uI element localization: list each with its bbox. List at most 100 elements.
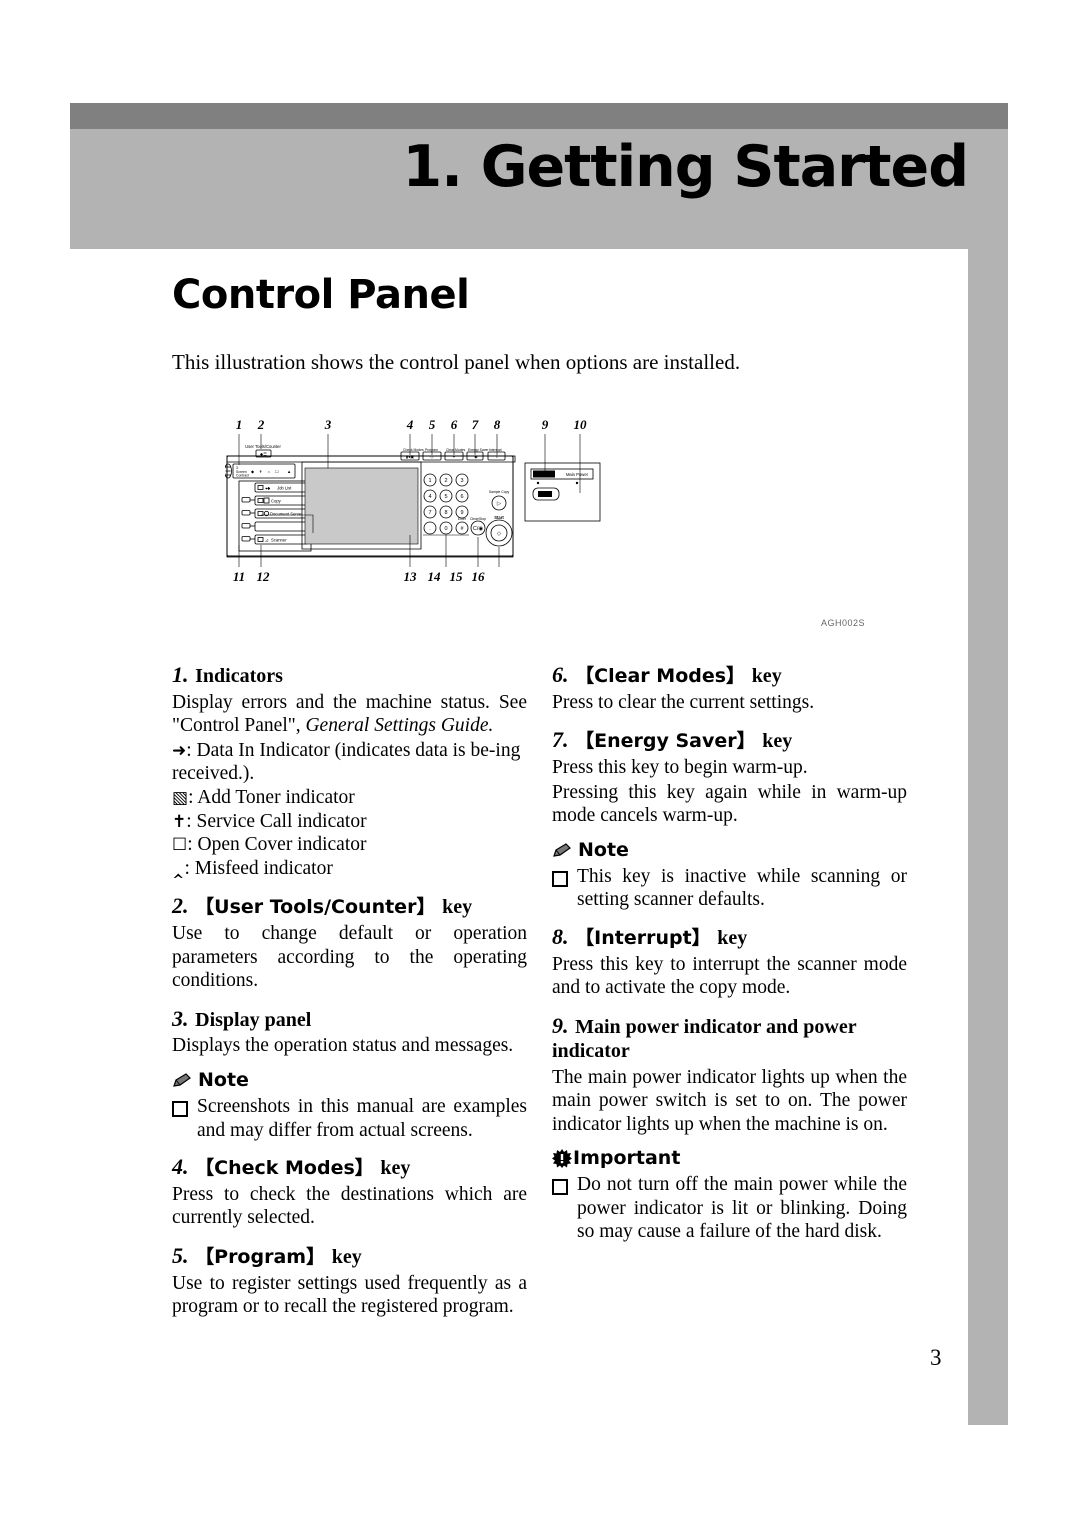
svg-text:.: . <box>429 526 431 532</box>
left-column: 1. Indicators Display errors and the mac… <box>172 662 527 1320</box>
svg-text:Enter: Enter <box>458 517 467 521</box>
svg-text:Start: Start <box>494 515 504 520</box>
bracket-close: 】 <box>736 730 756 753</box>
main-power-group: On Main Power <box>524 462 601 522</box>
svg-text:12: 12 <box>257 569 271 584</box>
note-heading: Note <box>172 1069 527 1091</box>
pencil-icon <box>172 1072 192 1088</box>
start-key: Start ◇ <box>485 515 513 547</box>
item-number: 6. <box>552 662 569 687</box>
svg-text:Clear/Stop: Clear/Stop <box>470 517 486 521</box>
svg-text:9: 9 <box>460 510 463 516</box>
page-number: 3 <box>930 1345 942 1370</box>
bracket-close: 】 <box>354 1157 374 1180</box>
right-column: 6. 【Clear Modes】 key Press to clear the … <box>552 662 907 1247</box>
key-word: key <box>751 665 782 687</box>
svg-text:6: 6 <box>451 417 458 432</box>
svg-text:✦: ✦ <box>452 454 456 459</box>
item-number: 3. <box>172 1005 189 1031</box>
data-in-icon: ➜ <box>172 740 187 761</box>
heading-program: 5. 【Program】 key <box>172 1243 527 1270</box>
bracket-close: 】 <box>726 665 746 687</box>
note-label: Note <box>578 838 629 861</box>
item-number: 5. <box>172 1242 189 1268</box>
pencil-icon <box>552 842 572 858</box>
note-heading: Note <box>552 839 907 861</box>
indicators-p-b: General Settings Guide. <box>305 715 494 737</box>
figure-code-label: AGH002S <box>820 618 865 628</box>
svg-text:Document Server: Document Server <box>270 512 303 517</box>
bracket-close: 】 <box>306 1245 326 1268</box>
add-toner-icon: ▧ <box>172 787 189 808</box>
note-bullet-text: This key is inactive while scanning or s… <box>577 865 907 911</box>
svg-text:2: 2 <box>257 417 265 432</box>
note-block-2: Note This key is inactive while scanning… <box>552 839 907 912</box>
svg-text:15: 15 <box>450 569 464 584</box>
svg-text:3: 3 <box>460 478 463 484</box>
note-bullet-text: Screenshots in this manual are examples … <box>197 1095 527 1141</box>
svg-text:16: 16 <box>472 569 486 584</box>
starburst-icon <box>552 1148 572 1168</box>
item-number: 2. <box>172 893 189 919</box>
bullet-square-icon <box>552 870 568 887</box>
svg-text:5: 5 <box>444 494 447 500</box>
display-panel-body: Displays the operation status and messag… <box>172 1035 514 1057</box>
bullet-square-icon <box>552 1179 568 1196</box>
svg-text:6: 6 <box>460 494 463 500</box>
heading-main-power-indicator: 9. Main power indicator and power indica… <box>552 1013 907 1064</box>
svg-text:C/◉: C/◉ <box>473 526 484 532</box>
svg-text:Copy: Copy <box>271 499 282 504</box>
svg-text:☼: ☼ <box>267 469 271 474</box>
item-number: 8. <box>552 923 569 949</box>
user-tools-body: Use to change default or operation param… <box>172 923 527 992</box>
indicator-data-in: ➜: Data In Indicator (indicates data is … <box>172 739 527 786</box>
important-heading: Important <box>552 1147 907 1169</box>
bracket-open: 【 <box>195 1245 215 1268</box>
key-name: Interrupt <box>594 926 692 949</box>
heading-energy-saver: 7. 【Energy Saver】 key <box>552 727 907 754</box>
main-power-body: The main power indicator lights up when … <box>552 1066 907 1135</box>
item-number: 7. <box>552 727 569 753</box>
heading-user-tools-counter: 2. 【User Tools/Counter】 key <box>172 893 527 920</box>
svg-text:Main Power: Main Power <box>566 472 589 477</box>
open-cover-label: : Open Cover indicator <box>187 834 367 856</box>
important-bullet-text: Do not turn off the main power while the… <box>577 1174 907 1243</box>
key-word: key <box>380 1157 411 1180</box>
svg-text:Interrupt: Interrupt <box>489 448 502 452</box>
bracket-close: 】 <box>691 926 711 949</box>
figure-callouts-top: 1 2 3 4 5 6 7 8 9 10 <box>236 417 587 432</box>
key-name: Clear Modes <box>594 665 727 687</box>
svg-text:0: 0 <box>444 526 447 532</box>
svg-text:11: 11 <box>233 569 245 584</box>
svg-text:1: 1 <box>428 478 431 484</box>
key-word: key <box>442 896 473 919</box>
svg-text:☐: ☐ <box>275 469 279 474</box>
svg-text:Scanner: Scanner <box>271 538 287 543</box>
function-key-stack: ◂◆ Job List Copy Document Server ◿ Scann… <box>238 480 312 552</box>
heading-clear-modes: 6. 【Clear Modes】 key <box>552 662 907 689</box>
svg-text:Check Modes: Check Modes <box>403 448 424 452</box>
svg-text:8: 8 <box>444 510 447 516</box>
svg-text:✝: ✝ <box>259 469 263 474</box>
svg-text:Program: Program <box>425 448 438 452</box>
svg-text:◿: ◿ <box>265 538 269 543</box>
note-block-1: Note Screenshots in this manual are exam… <box>172 1069 527 1142</box>
svg-text:7: 7 <box>472 417 479 432</box>
indicator-service-call: ✝: Service Call indicator <box>172 810 527 834</box>
svg-text:Job List: Job List <box>277 486 292 491</box>
svg-text:✝: ✝ <box>495 454 499 459</box>
svg-text:▷: ▷ <box>497 501 502 507</box>
svg-text:◇: ◇ <box>497 531 502 537</box>
sample-copy-key: Sample Copy ▷ <box>489 490 509 511</box>
svg-text:9: 9 <box>542 417 549 432</box>
heading-check-modes: 4. 【Check Modes】 key <box>172 1154 527 1181</box>
add-toner-label: : Add Toner indicator <box>188 786 355 808</box>
note-label: Note <box>198 1068 249 1091</box>
svg-text:3: 3 <box>324 417 332 432</box>
indicator-misfeed: ‸: Misfeed indicator <box>172 857 527 881</box>
important-bullet: Do not turn off the main power while the… <box>552 1173 907 1244</box>
user-tools-counter-key: User Tools/Counter ◆☰ <box>245 444 281 458</box>
bullet-square-icon <box>172 1100 188 1117</box>
service-call-icon: ✝ <box>172 811 187 832</box>
program-body: Use to register settings used frequently… <box>172 1272 527 1318</box>
